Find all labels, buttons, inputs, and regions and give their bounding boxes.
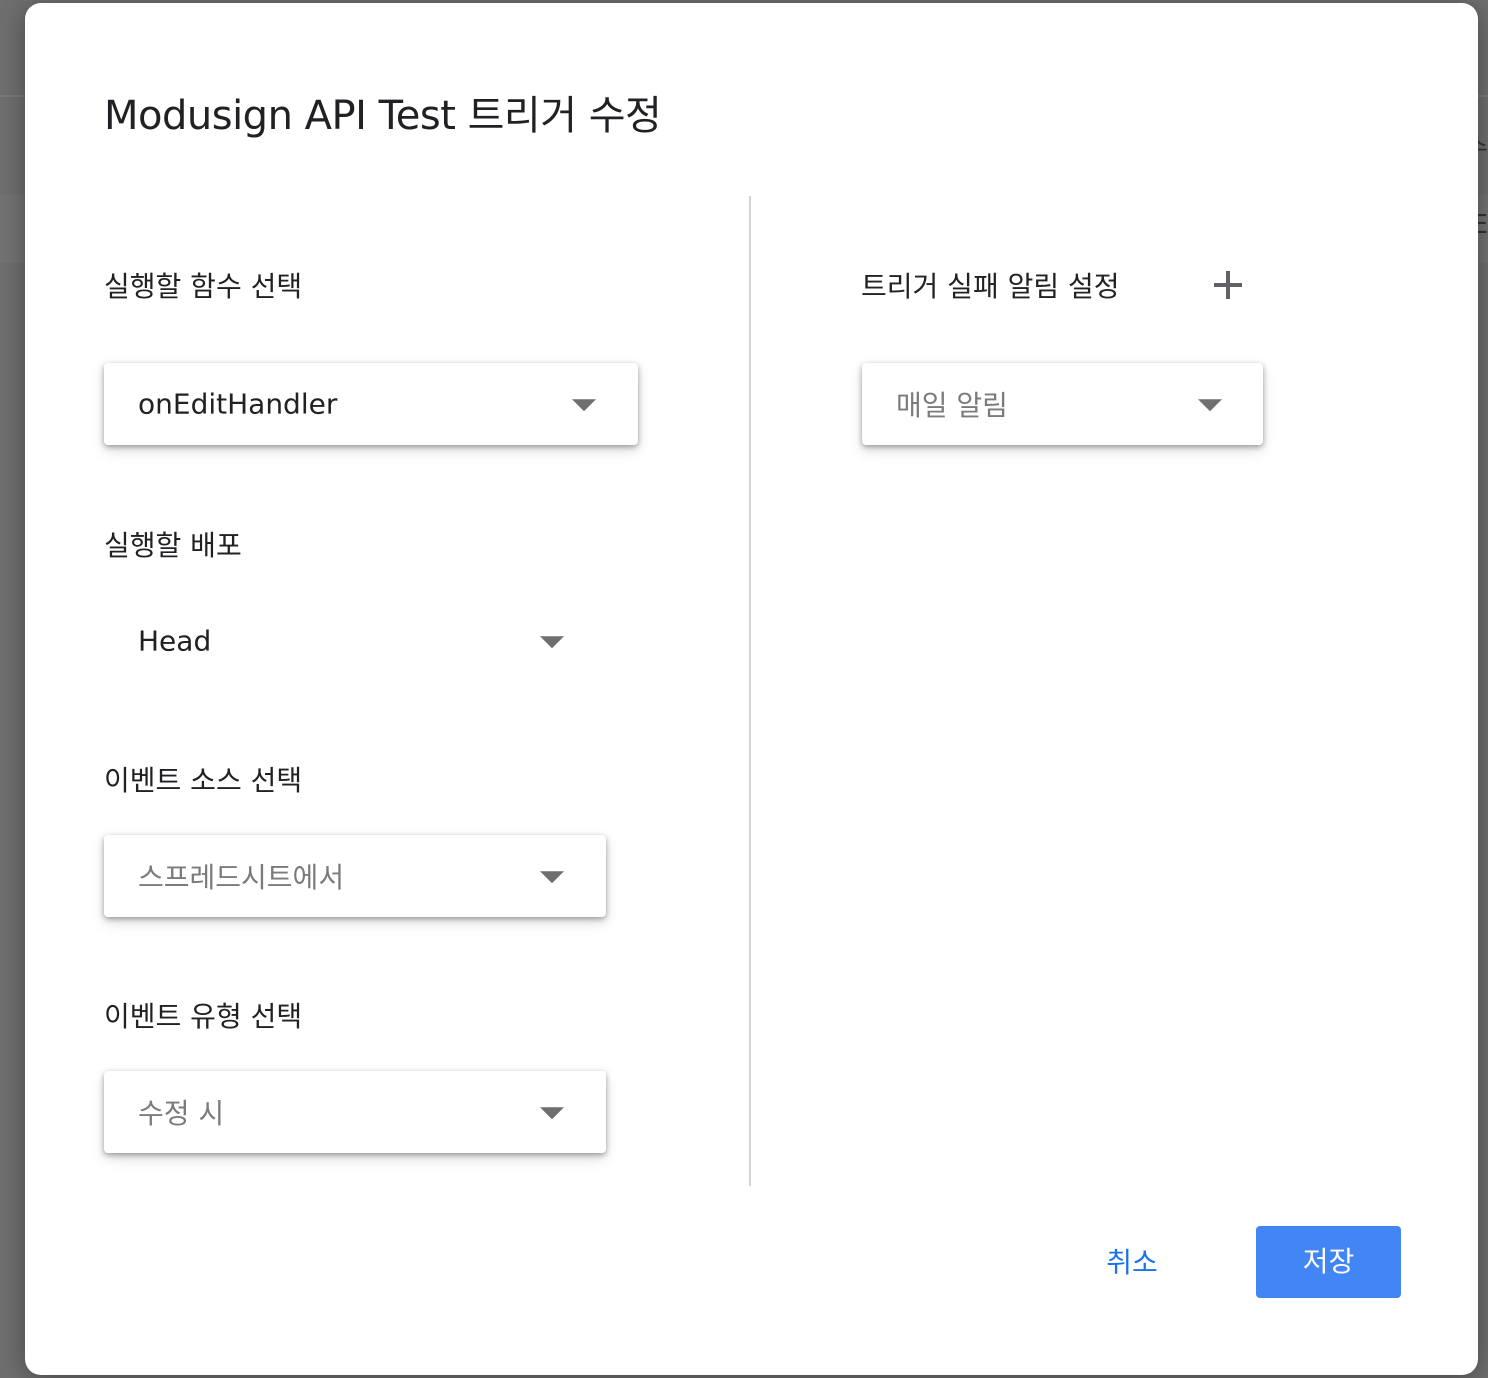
edit-trigger-dialog: Modusign API Test 트리거 수정 실행할 함수 선택 onEdi…: [25, 3, 1478, 1375]
add-icon[interactable]: [1209, 266, 1247, 304]
event-type-label: 이벤트 유형 선택: [104, 1000, 303, 1033]
failure-notify-select-value: 매일 알림: [896, 389, 1008, 422]
failure-notify-label: 트리거 실패 알림 설정: [861, 270, 1120, 303]
chevron-down-icon: [572, 399, 596, 412]
function-label: 실행할 함수 선택: [104, 270, 303, 303]
save-button[interactable]: 저장: [1256, 1226, 1401, 1298]
deployment-select[interactable]: Head: [104, 600, 606, 682]
chevron-down-icon: [540, 636, 564, 649]
column-divider: [749, 196, 751, 1186]
event-source-label: 이벤트 소스 선택: [104, 764, 303, 797]
function-select[interactable]: onEditHandler: [104, 363, 638, 445]
dialog-title: Modusign API Test 트리거 수정: [104, 93, 662, 139]
event-type-select[interactable]: 수정 시: [104, 1071, 606, 1153]
cancel-button[interactable]: 취소: [1087, 1228, 1177, 1298]
chevron-down-icon: [540, 871, 564, 884]
function-select-value: onEditHandler: [138, 387, 338, 421]
deployment-label: 실행할 배포: [104, 529, 242, 562]
event-type-select-value: 수정 시: [138, 1097, 225, 1130]
event-source-select[interactable]: 스프레드시트에서: [104, 835, 606, 917]
failure-notify-select[interactable]: 매일 알림: [862, 363, 1263, 445]
chevron-down-icon: [540, 1107, 564, 1120]
event-source-select-value: 스프레드시트에서: [138, 861, 345, 894]
deployment-select-value: Head: [138, 624, 212, 658]
chevron-down-icon: [1198, 399, 1222, 412]
